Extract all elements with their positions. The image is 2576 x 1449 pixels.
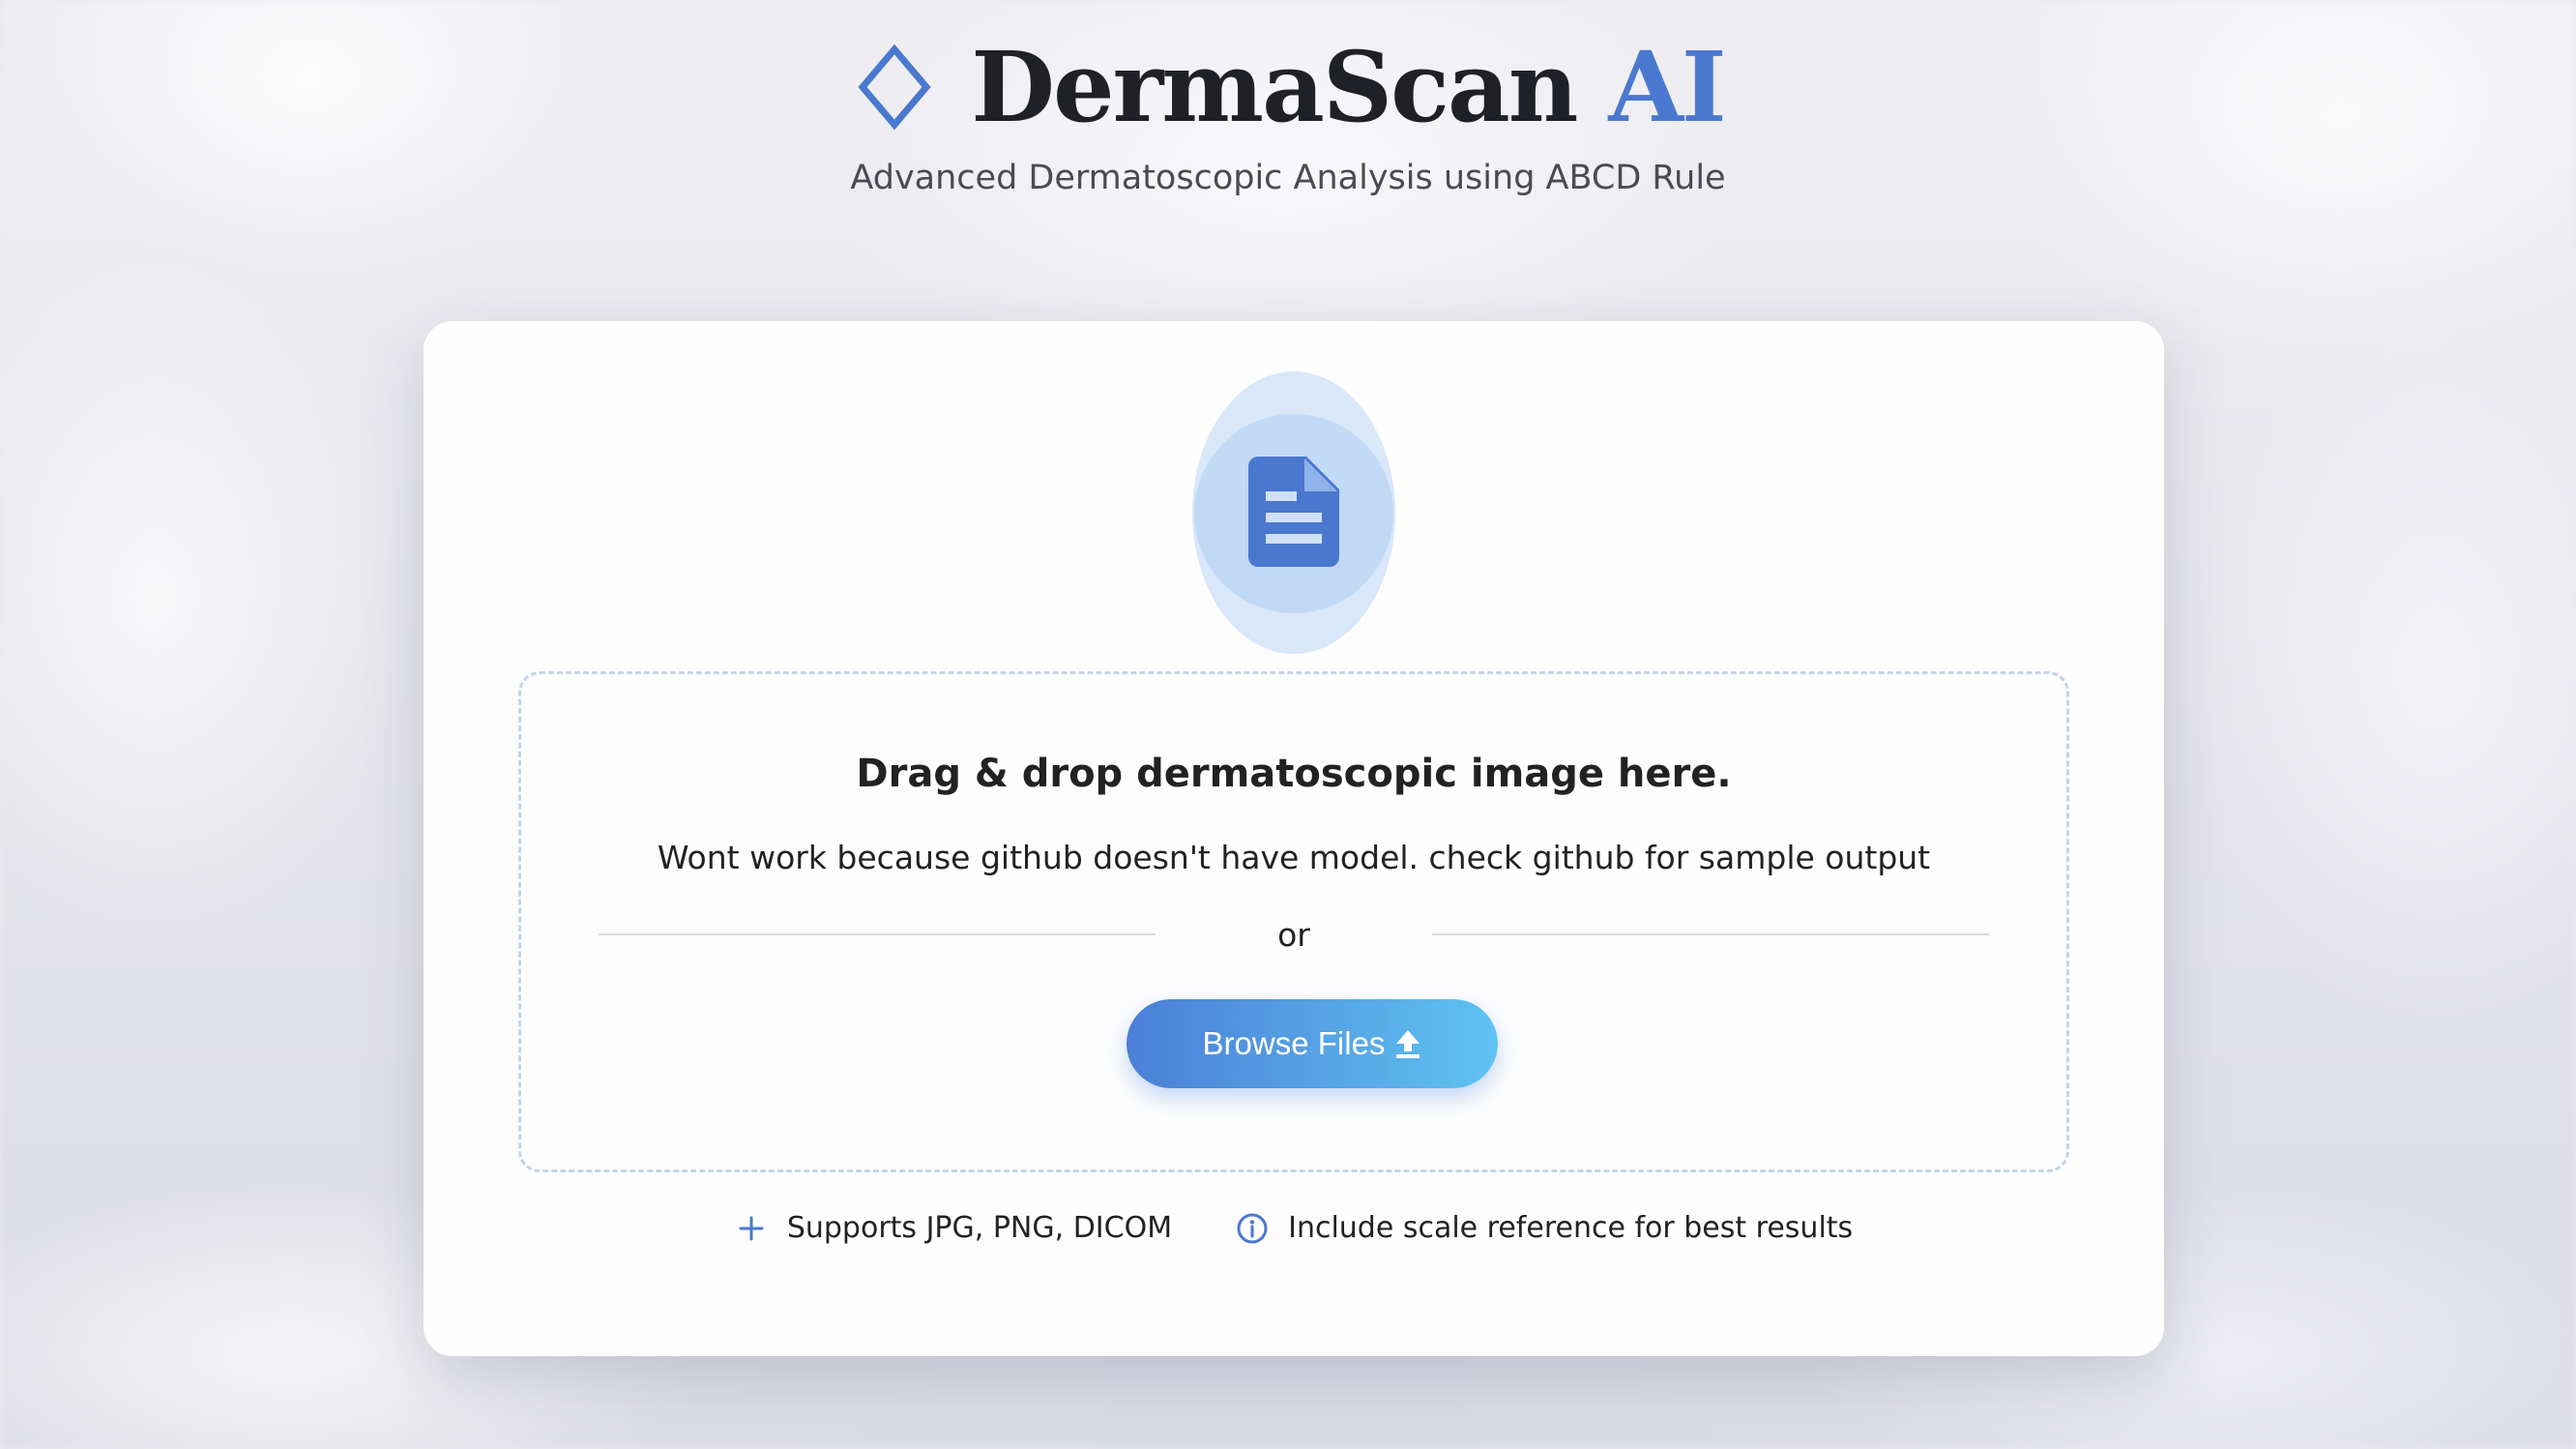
drop-zone[interactable]: Drag & drop dermatoscopic image here. Wo…: [518, 671, 2069, 1172]
hints-row: Supports JPG, PNG, DICOM Include scale r…: [424, 1211, 2164, 1245]
hint-formats-text: Supports JPG, PNG, DICOM: [786, 1211, 1173, 1245]
app-title: DermaScan AI: [971, 39, 1726, 135]
plus-icon: [739, 1216, 764, 1240]
browse-files-label: Browse Files: [1202, 1025, 1386, 1061]
hint-scale-text: Include scale reference for best results: [1288, 1211, 1854, 1245]
page-header: DermaScan AI Advanced Dermatoscopic Anal…: [0, 29, 2576, 197]
divider-right: [1432, 933, 1989, 935]
upload-card: Drag & drop dermatoscopic image here. Wo…: [424, 321, 2164, 1356]
document-icon: [1248, 457, 1339, 567]
document-badge: [1192, 371, 1395, 654]
browse-files-button[interactable]: Browse Files: [1127, 999, 1498, 1088]
hint-scale: Include scale reference for best results: [1236, 1211, 1853, 1245]
title-row: DermaScan AI: [0, 29, 2576, 145]
drop-title: Drag & drop dermatoscopic image here.: [856, 752, 1732, 796]
info-icon: [1237, 1213, 1268, 1243]
page-subtitle: Advanced Dermatoscopic Analysis using AB…: [850, 159, 1726, 197]
drop-note: Wont work because github doesn't have mo…: [657, 839, 1931, 876]
diamond-icon: [858, 44, 931, 131]
hint-formats: Supports JPG, PNG, DICOM: [735, 1211, 1172, 1245]
app-title-main: DermaScan: [971, 30, 1578, 144]
app-title-accent: AI: [1608, 30, 1726, 144]
upload-icon: [1396, 1030, 1420, 1058]
